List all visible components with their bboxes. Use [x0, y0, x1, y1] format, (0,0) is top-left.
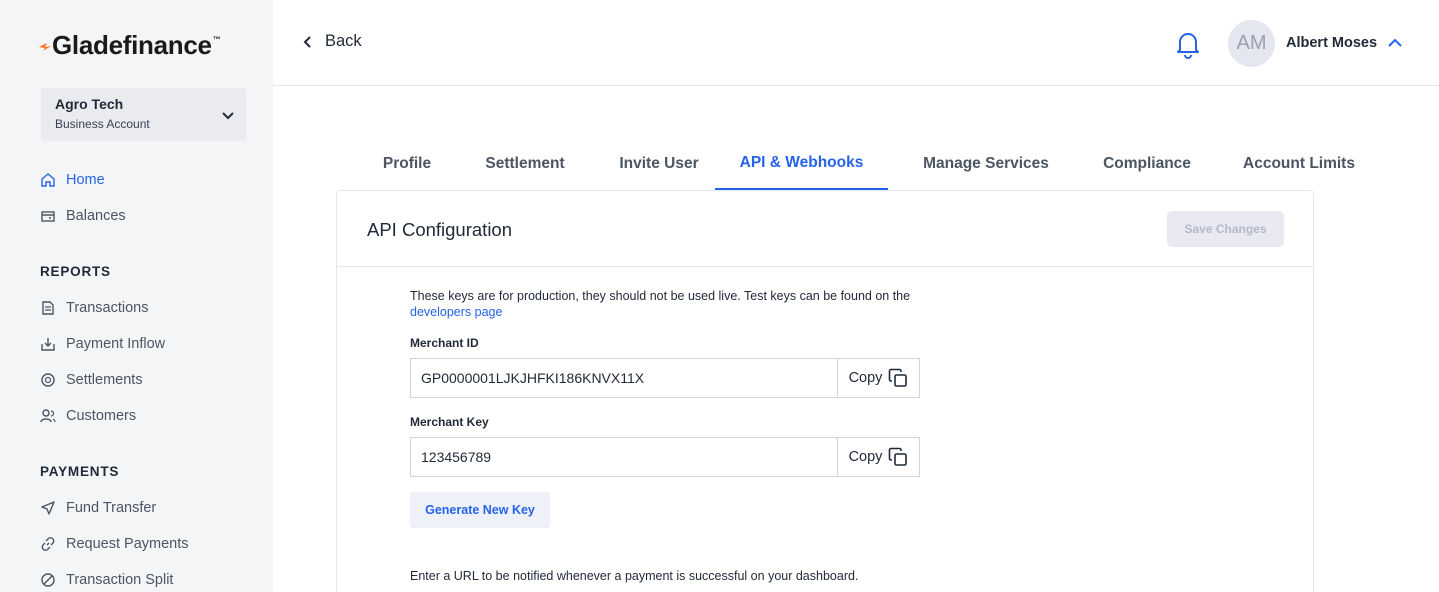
send-icon — [40, 500, 56, 516]
sidebar-item-label: Transactions — [66, 300, 149, 316]
copy-label: Copy — [848, 370, 883, 386]
chevron-left-icon — [303, 35, 311, 48]
avatar[interactable]: AM — [1228, 20, 1275, 67]
webhook-info-text: Enter a URL to be notified whenever a pa… — [410, 569, 859, 583]
tab-manage-services[interactable]: Manage Services — [905, 140, 1067, 190]
card-title: API Configuration — [367, 219, 513, 240]
reports-section-title: REPORTS — [40, 264, 111, 279]
inbox-download-icon — [40, 336, 56, 352]
generate-new-key-button[interactable]: Generate New Key — [410, 492, 550, 528]
users-icon — [40, 408, 56, 424]
save-changes-button[interactable]: Save Changes — [1167, 211, 1284, 247]
tab-settlement[interactable]: Settlement — [469, 140, 581, 190]
tab-compliance[interactable]: Compliance — [1087, 140, 1207, 190]
account-type: Business Account — [55, 117, 150, 131]
back-button[interactable]: Back — [303, 32, 362, 51]
sidebar-item-payment-inflow[interactable]: Payment Inflow — [40, 334, 165, 354]
tab-profile[interactable]: Profile — [357, 140, 457, 190]
copy-label: Copy — [848, 449, 883, 465]
sidebar-item-label: Payment Inflow — [66, 336, 166, 352]
logo-mark-icon — [39, 42, 51, 51]
merchant-key-field: 123456789 Copy — [410, 437, 920, 477]
merchant-id-label: Merchant ID — [410, 336, 479, 350]
tab-api-webhooks[interactable]: API & Webhooks — [715, 140, 888, 190]
sidebar-item-label: Transaction Split — [66, 572, 174, 588]
chevron-up-icon[interactable] — [1387, 36, 1403, 50]
sidebar-item-settlements[interactable]: Settlements — [40, 370, 143, 390]
coins-icon — [40, 372, 56, 388]
copy-icon — [889, 447, 908, 466]
brand-name: Gladefinance — [52, 30, 212, 60]
chevron-down-icon — [222, 112, 234, 120]
keys-info-text: These keys are for production, they shou… — [410, 288, 920, 320]
tab-invite-user[interactable]: Invite User — [603, 140, 715, 190]
account-name: Agro Tech — [55, 96, 124, 112]
sidebar-item-transaction-split[interactable]: Transaction Split — [40, 570, 173, 590]
keys-info-body: These keys are for production, they shou… — [410, 289, 911, 303]
sidebar-item-balances[interactable]: Balances — [40, 206, 126, 226]
developers-page-link[interactable]: developers page — [410, 305, 502, 319]
tab-account-limits[interactable]: Account Limits — [1229, 140, 1369, 190]
user-name[interactable]: Albert Moses — [1286, 35, 1377, 51]
merchant-key-input[interactable]: 123456789 — [411, 438, 838, 476]
sidebar-item-fund-transfer[interactable]: Fund Transfer — [40, 498, 156, 518]
merchant-id-input[interactable]: GP0000001LJKJHFKI186KNVX11X — [411, 359, 838, 397]
copy-icon — [889, 368, 908, 387]
sidebar-item-customers[interactable]: Customers — [40, 406, 136, 426]
brand-trademark: ™ — [212, 35, 221, 44]
home-icon — [40, 172, 56, 188]
card-header: API Configuration Save Changes — [337, 191, 1313, 267]
sidebar-item-request-payments[interactable]: Request Payments — [40, 534, 189, 554]
sidebar-item-label: Home — [66, 172, 105, 188]
merchant-key-label: Merchant Key — [410, 415, 489, 429]
split-icon — [40, 572, 56, 588]
sidebar-item-label: Settlements — [66, 372, 143, 388]
back-label: Back — [325, 32, 362, 50]
merchant-id-field: GP0000001LJKJHFKI186KNVX11X Copy — [410, 358, 920, 398]
sidebar-item-label: Balances — [66, 208, 126, 224]
top-header: Back AM Albert Moses — [273, 0, 1439, 86]
brand-logo[interactable]: Gladefinance ™ — [38, 30, 221, 61]
sidebar-item-home[interactable]: Home — [40, 170, 105, 190]
sidebar-item-transactions[interactable]: Transactions — [40, 298, 148, 318]
link-icon — [40, 536, 56, 552]
api-configuration-card: API Configuration Save Changes These key… — [336, 190, 1314, 592]
sidebar-item-label: Fund Transfer — [66, 500, 157, 516]
copy-merchant-key-button[interactable]: Copy — [838, 438, 919, 476]
sidebar-item-label: Customers — [66, 408, 137, 424]
copy-merchant-id-button[interactable]: Copy — [838, 359, 919, 397]
sidebar-item-label: Request Payments — [66, 536, 189, 552]
bell-icon[interactable] — [1174, 29, 1202, 59]
wallet-icon — [40, 208, 56, 224]
payments-section-title: PAYMENTS — [40, 464, 120, 479]
document-icon — [40, 300, 56, 316]
account-switcher[interactable]: Agro Tech Business Account — [41, 88, 246, 141]
sidebar: Gladefinance ™ Agro Tech Business Account… — [0, 0, 273, 592]
